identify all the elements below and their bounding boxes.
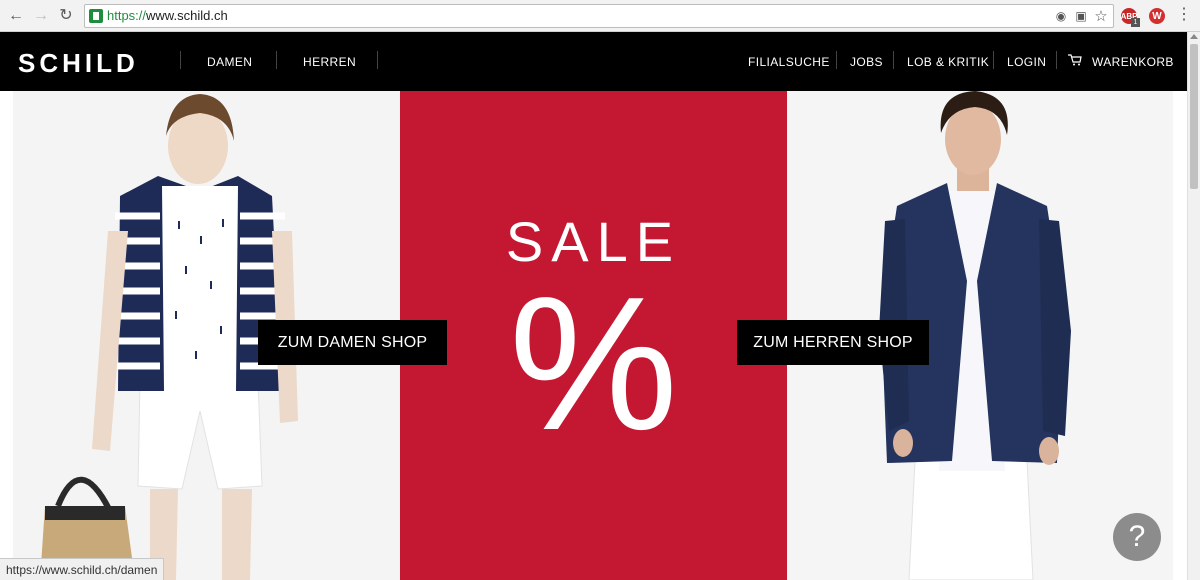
- link-status-bar: https://www.schild.ch/damen: [0, 558, 165, 580]
- nav-divider: [377, 51, 378, 69]
- cart-icon[interactable]: [1068, 54, 1082, 66]
- question-icon: ?: [1128, 520, 1146, 553]
- nav-item-filialsuche[interactable]: FILIALSUCHE: [748, 32, 830, 91]
- nav-divider: [1056, 51, 1057, 69]
- women-shop-button[interactable]: ZUM DAMEN SHOP: [258, 320, 447, 365]
- nav-divider: [893, 51, 894, 69]
- menu-dots-icon[interactable]: ⋮: [1176, 6, 1192, 26]
- reload-icon[interactable]: ↻: [56, 6, 76, 26]
- back-arrow-icon[interactable]: ←: [6, 6, 26, 26]
- nav-divider: [276, 51, 277, 69]
- nav-item-jobs[interactable]: JOBS: [850, 32, 883, 91]
- scroll-thumb[interactable]: [1190, 44, 1198, 189]
- forward-arrow-icon[interactable]: →: [31, 6, 51, 26]
- site-header: SCHILD DAMEN HERREN FILIALSUCHE JOBS LOB…: [0, 32, 1187, 91]
- nav-item-damen[interactable]: DAMEN: [207, 32, 252, 91]
- w-extension-icon[interactable]: W: [1149, 8, 1165, 24]
- address-bar[interactable]: https://www.schild.ch ◉ ▣ ☆: [84, 4, 1114, 28]
- content-settings-icon[interactable]: ◉: [1053, 8, 1069, 24]
- schild-logo[interactable]: SCHILD: [18, 48, 139, 79]
- sale-percent-sign[interactable]: %: [400, 269, 787, 459]
- nav-item-warenkorb[interactable]: WARENKORB: [1092, 32, 1174, 91]
- help-button[interactable]: ?: [1113, 513, 1161, 561]
- hero-banner: SALE % ZUM DAMEN SHOP ZUM HERREN SHOP: [0, 91, 1187, 580]
- men-shop-button[interactable]: ZUM HERREN SHOP: [737, 320, 929, 365]
- translate-icon[interactable]: ▣: [1073, 8, 1089, 24]
- nav-item-login[interactable]: LOGIN: [1007, 32, 1046, 91]
- nav-divider: [993, 51, 994, 69]
- hero-gutter-left: [0, 91, 13, 580]
- star-icon[interactable]: ☆: [1093, 8, 1109, 25]
- url-text[interactable]: https://www.schild.ch: [107, 8, 228, 23]
- scroll-up-arrow-icon[interactable]: [1190, 34, 1198, 39]
- page-scrollbar[interactable]: [1187, 32, 1200, 580]
- browser-toolbar: ← → ↻ https://www.schild.ch ◉ ▣ ☆ ABP 1 …: [0, 0, 1200, 32]
- nav-item-lob-kritik[interactable]: LOB & KRITIK: [907, 32, 989, 91]
- lock-icon: [89, 9, 103, 23]
- adblock-badge: 1: [1131, 18, 1140, 27]
- nav-item-herren[interactable]: HERREN: [303, 32, 356, 91]
- hero-gutter-right: [1173, 91, 1187, 580]
- nav-divider: [836, 51, 837, 69]
- nav-divider: [180, 51, 181, 69]
